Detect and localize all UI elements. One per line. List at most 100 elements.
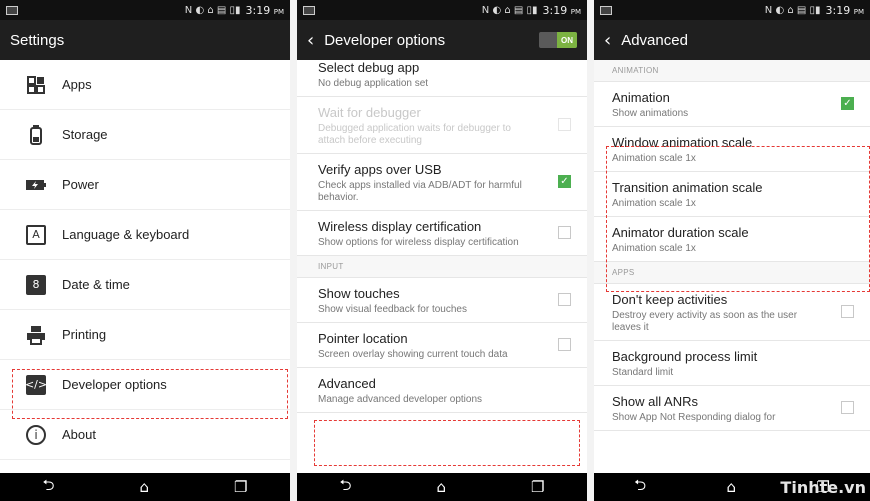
row-title: Window animation scale (612, 135, 753, 150)
settings-list: Apps Storage Power A Language & keyboard… (0, 60, 290, 460)
developer-options-screen: N ◐ ⌂ ▤ ▯▮ 3:19 PM ‹ Developer options O… (297, 0, 587, 501)
verify-apps-row[interactable]: Verify apps over USB Check apps installe… (297, 154, 587, 211)
row-summary: Animation scale 1x (612, 153, 696, 164)
background-process-limit-row[interactable]: Background process limit Standard limit (594, 341, 870, 386)
verify-apps-checkbox[interactable]: ✓ (558, 175, 571, 188)
wait-for-debugger-row: Wait for debugger Debugged application w… (297, 97, 587, 154)
advanced-app-bar: ‹ Advanced (594, 20, 870, 60)
back-arrow-icon[interactable]: ‹ (604, 30, 611, 51)
row-summary: Animation scale 1x (612, 198, 696, 209)
info-icon: i (26, 424, 46, 445)
settings-item-label: Power (62, 177, 99, 192)
page-title: Settings (10, 31, 65, 49)
back-icon[interactable]: ⮌ (634, 475, 646, 500)
back-icon[interactable]: ⮌ (340, 475, 352, 500)
pointer-location-row[interactable]: Pointer location Screen overlay showing … (297, 323, 587, 368)
status-icons: N ◐ ⌂ ▤ ▯▮ (184, 4, 241, 16)
row-title: Wireless display certification (318, 219, 482, 234)
notification-icon (600, 5, 612, 15)
printer-icon (26, 325, 46, 345)
row-title: Animator duration scale (612, 225, 749, 240)
show-all-anrs-row[interactable]: Show all ANRs Show App Not Responding di… (594, 386, 870, 431)
home-icon[interactable]: ⌂ (727, 478, 737, 496)
animation-checkbox[interactable]: ✓ (841, 97, 854, 110)
select-debug-app-row[interactable]: Select debug app No debug application se… (297, 52, 587, 97)
wireless-display-checkbox[interactable] (558, 226, 571, 239)
settings-screen: N ◐ ⌂ ▤ ▯▮ 3:19 PM Settings Apps Storage… (0, 0, 290, 501)
row-summary: Manage advanced developer options (318, 394, 483, 405)
advanced-row[interactable]: Advanced Manage advanced developer optio… (297, 368, 587, 413)
settings-item-label: Printing (62, 327, 107, 342)
animation-row[interactable]: Animation Show animations ✓ (594, 82, 870, 127)
home-icon[interactable]: ⌂ (437, 478, 447, 496)
notification-icon (303, 5, 315, 15)
show-touches-checkbox[interactable] (558, 293, 571, 306)
row-title: Wait for debugger (318, 105, 421, 120)
status-bar: N ◐ ⌂ ▤ ▯▮ 3:19 PM (297, 0, 587, 20)
advanced-list: ANIMATION Animation Show animations ✓ Wi… (594, 60, 870, 431)
row-title: Verify apps over USB (318, 162, 442, 177)
row-summary: Check apps installed via ADB/ADT for har… (318, 180, 522, 203)
row-title: Transition animation scale (612, 180, 763, 195)
battery-icon (26, 175, 46, 195)
settings-item-about[interactable]: i About (0, 410, 290, 460)
row-title: Advanced (318, 376, 376, 391)
row-title: Show touches (318, 286, 400, 301)
storage-icon (26, 124, 46, 145)
settings-item-power[interactable]: Power (0, 160, 290, 210)
row-title: Background process limit (612, 349, 758, 364)
settings-item-developer-options[interactable]: </> Developer options (0, 360, 290, 410)
back-arrow-icon[interactable]: ‹ (307, 30, 314, 51)
animation-section-header: ANIMATION (594, 60, 870, 82)
notification-icon (6, 5, 18, 15)
recents-icon[interactable]: ❐ (531, 478, 544, 496)
row-summary: Standard limit (612, 367, 674, 378)
wireless-display-row[interactable]: Wireless display certification Show opti… (297, 211, 587, 256)
settings-app-bar: Settings (0, 20, 290, 60)
apps-grid-icon (26, 75, 46, 95)
dont-keep-activities-row[interactable]: Don't keep activities Destroy every acti… (594, 284, 870, 341)
settings-item-language[interactable]: A Language & keyboard (0, 210, 290, 260)
settings-item-apps[interactable]: Apps (0, 60, 290, 110)
row-summary: Show animations (612, 108, 689, 119)
show-all-anrs-checkbox[interactable] (841, 401, 854, 414)
home-icon[interactable]: ⌂ (140, 478, 150, 496)
window-animation-scale-row[interactable]: Window animation scale Animation scale 1… (594, 127, 870, 172)
row-title: Animation (612, 90, 670, 105)
pointer-location-checkbox[interactable] (558, 338, 571, 351)
dont-keep-activities-checkbox[interactable] (841, 305, 854, 318)
row-summary: Debugged application waits for debugger … (318, 123, 511, 146)
clock: 3:19 PM (245, 3, 284, 17)
row-summary: Screen overlay showing current touch dat… (318, 349, 508, 360)
row-summary: No debug application set (318, 78, 429, 89)
settings-item-label: Storage (62, 127, 108, 142)
back-icon[interactable]: ⮌ (43, 475, 55, 500)
row-summary: Show visual feedback for touches (318, 304, 467, 315)
status-bar: N ◐ ⌂ ▤ ▯▮ 3:19 PM (594, 0, 870, 20)
apps-section-header: APPS (594, 262, 870, 284)
row-title: Pointer location (318, 331, 408, 346)
settings-item-date-time[interactable]: 8 Date & time (0, 260, 290, 310)
settings-item-storage[interactable]: Storage (0, 110, 290, 160)
page-title: Advanced (621, 31, 688, 49)
row-summary: Destroy every activity as soon as the us… (612, 310, 798, 333)
status-icons: N ◐ ⌂ ▤ ▯▮ (481, 4, 538, 16)
show-touches-row[interactable]: Show touches Show visual feedback for to… (297, 278, 587, 323)
settings-item-label: About (62, 427, 96, 442)
developer-toggle[interactable]: ON (539, 32, 577, 48)
recents-icon[interactable]: ❐ (234, 478, 247, 496)
transition-animation-scale-row[interactable]: Transition animation scale Animation sca… (594, 172, 870, 217)
watermark: Tinhte.vn (780, 478, 866, 497)
input-section-header: INPUT (297, 256, 587, 278)
settings-item-printing[interactable]: Printing (0, 310, 290, 360)
calendar-icon: 8 (26, 274, 46, 295)
row-summary: Animation scale 1x (612, 243, 696, 254)
page-title: Developer options (324, 31, 446, 49)
keyboard-icon: A (26, 224, 46, 245)
row-title: Select debug app (318, 60, 420, 75)
clock: 3:19 PM (825, 3, 864, 17)
row-title: Show all ANRs (612, 394, 698, 409)
animator-duration-scale-row[interactable]: Animator duration scale Animation scale … (594, 217, 870, 262)
settings-item-label: Apps (62, 77, 92, 92)
row-title: Don't keep activities (612, 292, 728, 307)
